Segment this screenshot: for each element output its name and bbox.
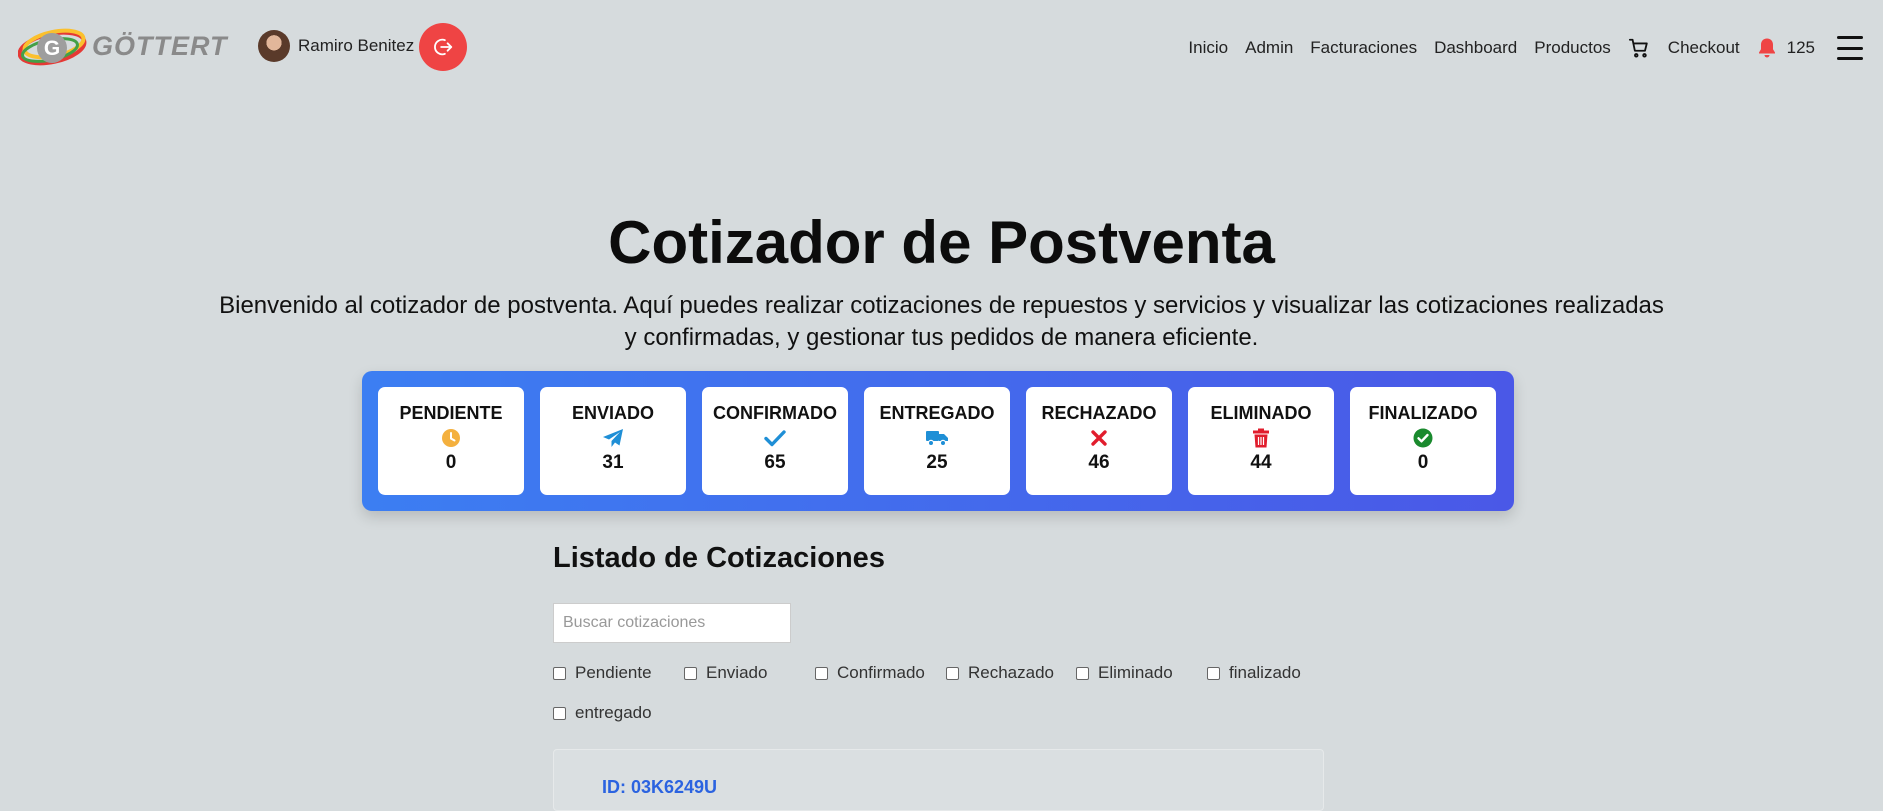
brand-logo[interactable]: G GÖTTERT [18,24,228,68]
nav-productos[interactable]: Productos [1534,38,1611,58]
page-title: Cotizador de Postventa [608,209,1275,276]
main-nav: Inicio Admin Facturaciones Dashboard Pro… [1188,33,1883,63]
filter-label: Rechazado [968,663,1055,682]
filter-rechazado[interactable]: Rechazado [946,663,1054,683]
filter-label: Enviado [706,663,768,682]
status-card-rechazado[interactable]: RECHAZADO 46 [1026,387,1172,495]
filter-label: Pendiente [575,663,652,682]
checkbox[interactable] [553,666,566,680]
logo-emblem-icon: G [18,28,87,66]
filter-confirmado[interactable]: Confirmado [815,663,925,683]
status-label: ENTREGADO [879,403,995,423]
svg-text:G: G [44,37,60,60]
user-name: Ramiro Benitez [298,36,415,55]
brand-name: GÖTTERT [92,30,228,61]
nav-dashboard[interactable]: Dashboard [1434,38,1517,58]
avatar[interactable] [258,30,290,62]
filter-label: Confirmado [837,663,925,682]
status-summary-panel: PENDIENTE 0 ENVIADO 31 CONFIRMADO 65 ENT… [362,371,1514,511]
status-count: 0 [445,452,457,473]
status-label: RECHAZADO [1041,403,1157,423]
checkbox[interactable] [815,666,828,680]
filter-enviado[interactable]: Enviado [684,663,767,683]
menu-icon[interactable] [1837,36,1863,60]
notification-count[interactable]: 125 [1787,38,1815,58]
status-card-pendiente[interactable]: PENDIENTE 0 [378,387,524,495]
checkbox[interactable] [946,666,959,680]
bell-icon[interactable] [1757,37,1777,59]
page-subtitle: Bienvenido al cotizador de postventa. Aq… [219,292,1664,351]
checkbox[interactable] [1207,666,1220,680]
status-card-eliminado[interactable]: ELIMINADO 44 [1188,387,1334,495]
status-card-entregado[interactable]: ENTREGADO 25 [864,387,1010,495]
nav-inicio[interactable]: Inicio [1188,38,1228,58]
filter-finalizado[interactable]: finalizado [1207,663,1301,683]
status-label: PENDIENTE [399,403,503,423]
filter-label: finalizado [1229,663,1301,682]
search-input[interactable] [553,603,791,643]
status-label: FINALIZADO [1368,403,1478,423]
checkbox[interactable] [1076,666,1089,680]
cart-icon[interactable] [1628,37,1650,59]
checkbox[interactable] [553,706,566,720]
nav-facturaciones[interactable]: Facturaciones [1310,38,1417,58]
status-count: 0 [1417,452,1429,473]
logout-icon [434,38,453,56]
status-card-enviado[interactable]: ENVIADO 31 [540,387,686,495]
filter-eliminado[interactable]: Eliminado [1076,663,1173,683]
truck-icon [864,424,1010,452]
paper-plane-icon [540,424,686,452]
list-title: Listado de Cotizaciones [553,542,885,574]
status-card-confirmado[interactable]: CONFIRMADO 65 [702,387,848,495]
nav-checkout[interactable]: Checkout [1668,38,1740,58]
status-count: 65 [764,452,786,473]
status-count: 31 [602,452,624,473]
status-label: ELIMINADO [1210,403,1312,423]
x-icon [1026,424,1172,452]
filter-label: Eliminado [1098,663,1173,682]
header: G GÖTTERT Ramiro Benitez Inicio Admin Fa… [0,0,1883,96]
filter-label: entregado [575,703,652,722]
user-profile[interactable]: Ramiro Benitez [258,30,414,62]
status-label: CONFIRMADO [713,403,837,423]
check-circle-icon [1350,424,1496,452]
quote-card[interactable]: ID: 03K6249U [553,749,1324,811]
filter-entregado[interactable]: entregado [553,703,652,723]
logout-button[interactable] [419,23,467,71]
filter-pendiente[interactable]: Pendiente [553,663,652,683]
nav-admin[interactable]: Admin [1245,38,1293,58]
status-count: 25 [926,452,948,473]
status-card-finalizado[interactable]: FINALIZADO 0 [1350,387,1496,495]
clock-icon [378,424,524,452]
checkbox[interactable] [684,666,697,680]
check-icon [702,424,848,452]
trash-icon [1188,424,1334,452]
status-label: ENVIADO [571,403,654,423]
status-count: 46 [1088,452,1110,473]
status-count: 44 [1250,452,1272,473]
